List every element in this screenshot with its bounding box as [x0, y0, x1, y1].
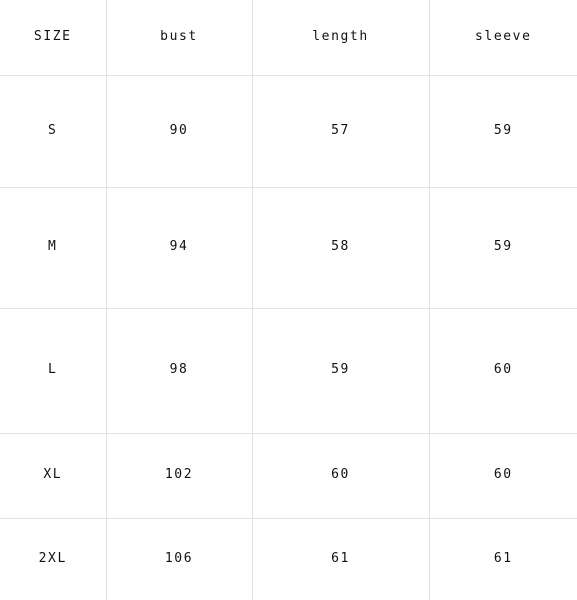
cell-sleeve: 59	[429, 187, 577, 309]
cell-size: 2XL	[0, 518, 107, 600]
cell-size-value: M	[48, 239, 58, 255]
cell-sleeve: 60	[429, 308, 577, 434]
cell-size: XL	[0, 433, 107, 519]
column-header-size: SIZE	[0, 0, 107, 76]
cell-bust: 94	[106, 187, 253, 309]
table-header-row: SIZE bust length sleeve	[0, 0, 577, 76]
column-header-sleeve: sleeve	[429, 0, 577, 76]
column-header-length: length	[252, 0, 430, 76]
cell-bust-value: 102	[164, 467, 194, 483]
cell-size: M	[0, 187, 107, 309]
cell-size-value: S	[48, 122, 58, 138]
cell-size-value: L	[48, 362, 58, 378]
cell-sleeve-value: 59	[493, 239, 513, 255]
cell-size: S	[0, 75, 107, 188]
cell-sleeve: 60	[429, 433, 577, 519]
cell-bust-value: 94	[169, 239, 189, 255]
cell-sleeve-value: 60	[493, 362, 513, 378]
table-row: S 90 57 59	[0, 75, 577, 188]
cell-length: 60	[252, 433, 430, 519]
table-row: L 98 59 60	[0, 308, 577, 434]
cell-sleeve-value: 59	[493, 122, 513, 138]
cell-size: L	[0, 308, 107, 434]
cell-length-value: 60	[331, 467, 350, 483]
cell-bust: 98	[106, 308, 253, 434]
cell-length-value: 61	[331, 551, 350, 567]
cell-bust: 106	[106, 518, 253, 600]
cell-sleeve-value: 60	[493, 467, 513, 483]
cell-length: 61	[252, 518, 430, 600]
column-header-bust-label: bust	[160, 29, 198, 45]
cell-size-value: 2XL	[38, 551, 67, 567]
column-header-size-label: SIZE	[33, 29, 72, 45]
table-row: XL 102 60 60	[0, 433, 577, 519]
cell-length-value: 58	[331, 239, 350, 255]
cell-sleeve: 59	[429, 75, 577, 188]
cell-bust: 90	[106, 75, 253, 188]
cell-bust: 102	[106, 433, 253, 519]
column-header-sleeve-label: sleeve	[474, 29, 532, 45]
cell-length-value: 59	[331, 362, 350, 378]
table-row: 2XL 106 61 61	[0, 518, 577, 600]
cell-length-value: 57	[331, 122, 350, 138]
column-header-bust: bust	[106, 0, 253, 76]
cell-sleeve-value: 61	[493, 551, 513, 567]
cell-length: 57	[252, 75, 430, 188]
cell-length: 58	[252, 187, 430, 309]
column-header-length-label: length	[312, 29, 369, 45]
table-row: M 94 58 59	[0, 187, 577, 309]
size-chart-table: SIZE bust length sleeve S 90 57 59 M 94 …	[0, 0, 577, 600]
cell-bust-value: 98	[169, 362, 189, 378]
cell-bust-value: 90	[169, 122, 189, 138]
cell-length: 59	[252, 308, 430, 434]
cell-size-value: XL	[43, 467, 63, 483]
cell-bust-value: 106	[164, 551, 194, 567]
cell-sleeve: 61	[429, 518, 577, 600]
